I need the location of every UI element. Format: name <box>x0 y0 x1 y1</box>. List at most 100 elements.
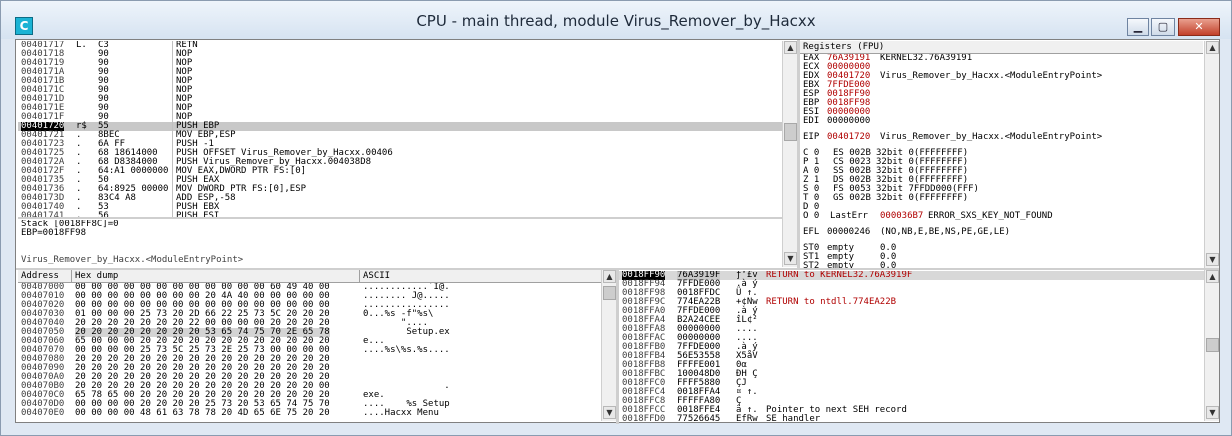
disasm-row[interactable]: 0040171F 90 NOP <box>18 113 782 122</box>
register-row[interactable]: ST1 empty 0.0 <box>800 253 1203 262</box>
lasterr-text: ERROR_SXS_KEY_NOT_FOUND <box>928 211 1053 221</box>
disasm-column-separator <box>172 167 173 176</box>
lasterr-code: 000036B7 <box>880 211 924 221</box>
title-bar[interactable]: C CPU - main thread, module Virus_Remove… <box>1 1 1231 39</box>
pane-splitter[interactable] <box>18 217 782 219</box>
disasm-column-separator <box>172 77 173 86</box>
disasm-column-separator <box>172 68 173 77</box>
disasm-column-separator <box>172 122 173 131</box>
info-pane[interactable]: Stack [0018FF8C]=0 EBP=0018FF98 Virus_Re… <box>18 220 782 267</box>
scroll-down-icon[interactable]: ▼ <box>784 252 797 265</box>
scroll-up-icon[interactable]: ▲ <box>1206 41 1219 54</box>
dump-col-hex[interactable]: Hex dump <box>72 270 360 282</box>
scroll-down-icon[interactable]: ▼ <box>603 406 616 419</box>
cpu-window: C CPU - main thread, module Virus_Remove… <box>0 0 1232 436</box>
register-comment: KERNEL32.76A39191 <box>880 54 973 63</box>
disasm-row[interactable]: 00401740. 53 PUSH EBX <box>18 203 782 212</box>
register-row[interactable]: T 0 GS 002B 32bit 0(FFFFFFFF) <box>800 194 1203 203</box>
disasm-column-separator <box>172 140 173 149</box>
scroll-down-icon[interactable]: ▼ <box>1206 406 1219 419</box>
scroll-thumb[interactable] <box>784 123 797 141</box>
registers-vscrollbar[interactable]: ▲ ▼ <box>1204 41 1219 268</box>
disasm-column-separator <box>172 41 173 50</box>
register-value: 00000000 <box>827 116 871 126</box>
maximize-button[interactable]: ▢ <box>1151 18 1175 36</box>
register-row[interactable]: EIP 00401720 Virus_Remover_by_Hacxx.<Modul… <box>800 133 1203 142</box>
dump-address: 004070E0 <box>21 408 65 418</box>
disasm-row[interactable]: 0040173D. 83C4 A8 ADD ESP,-58 <box>18 194 782 203</box>
register-row[interactable]: O 0 LastErr 000036B7 ERROR_SXS_KEY_NOT_FOUN… <box>800 212 1203 221</box>
dump-row[interactable]: 004070E0 00 00 00 00 48 61 63 78 78 20 4D… <box>18 409 601 418</box>
register-row[interactable] <box>800 237 1203 244</box>
register-comment: Virus_Remover_by_Hacxx.<ModuleEntryPoint… <box>880 132 1103 142</box>
disasm-row[interactable]: 0040172F. 64:A1 0000000 MOV EAX,DWORD PTR … <box>18 167 782 176</box>
disasm-row[interactable]: 00401717 L. C3 RETN <box>18 41 782 50</box>
disasm-row[interactable]: 0040171C 90 NOP <box>18 86 782 95</box>
stack-ascii: EfRw <box>736 414 758 422</box>
register-value: 00000246 <box>827 227 871 237</box>
dump-header[interactable]: Address Hex dump ASCII <box>18 270 601 283</box>
disasm-column-separator <box>172 104 173 113</box>
disasm-row[interactable]: 0040171E 90 NOP <box>18 104 782 113</box>
disassembler-pane[interactable]: 00401717 L. C3 RETN 00401718 90 NOP 00401719 90 N… <box>18 41 782 217</box>
stack-pane[interactable]: 0018FF90 76A3919F ƒ‘£v RETURN to KERNEL32.7… <box>619 271 1204 421</box>
info-line-stack: Stack [0018FF8C]=0 <box>21 220 119 229</box>
dump-ascii: ....Hacxx Menu <box>363 408 450 418</box>
register-value: GS 002B <box>833 193 871 203</box>
registers-header-label: Registers (FPU) <box>803 42 885 52</box>
register-row[interactable]: EDI 00000000 <box>800 117 1203 126</box>
register-name: O 0 <box>803 211 820 221</box>
register-row[interactable]: ST0 empty 0.0 <box>800 244 1203 253</box>
registers-pane[interactable]: EAX 76A39191 KERNEL32.76A39191 ECX 00000000 E… <box>800 54 1203 268</box>
disasm-vscrollbar[interactable]: ▲ ▼ <box>782 41 797 267</box>
register-name: EFL <box>803 227 820 237</box>
dump-pane[interactable]: 00407000 00 00 00 00 00 00 00 00 00 00 00… <box>18 283 601 421</box>
register-value: LastErr <box>830 211 868 221</box>
scroll-up-icon[interactable]: ▲ <box>603 270 616 283</box>
register-comment: 32bit 0(FFFFFFFF) <box>876 193 969 203</box>
disasm-bracket: L. <box>76 41 87 50</box>
registers-header[interactable]: Registers (FPU) <box>800 41 1203 54</box>
cpu-client-area: 00401717 L. C3 RETN 00401718 90 NOP 00401719 90 N… <box>15 39 1220 424</box>
disasm-column-separator <box>172 185 173 194</box>
disasm-row[interactable]: 00401718 90 NOP <box>18 50 782 59</box>
register-name: EDI <box>803 116 820 126</box>
minimize-button[interactable]: ▁ <box>1127 18 1149 36</box>
dump-col-address[interactable]: Address <box>18 270 72 282</box>
stack-comment: RETURN to ntdll.774EA22B <box>766 297 897 307</box>
disasm-row[interactable]: 00401719 90 NOP <box>18 59 782 68</box>
disasm-row[interactable]: 0040171D 90 NOP <box>18 95 782 104</box>
disasm-row[interactable]: 0040171A 90 NOP <box>18 68 782 77</box>
register-row[interactable]: EFL 00000246 (NO,NB,E,BE,NS,PE,GE,LE) <box>800 228 1203 237</box>
window-title: CPU - main thread, module Virus_Remover_… <box>416 12 816 30</box>
register-name: EIP <box>803 132 820 142</box>
stack-comment: RETURN to KERNEL32.76A3919F <box>766 271 913 280</box>
disasm-row[interactable]: 00401721. 8BEC MOV EBP,ESP <box>18 131 782 140</box>
register-value: 00401720 <box>827 132 871 142</box>
register-comment: Virus_Remover_by_Hacxx.<ModuleEntryPoint… <box>880 71 1103 81</box>
disasm-column-separator <box>172 113 173 122</box>
stack-vscrollbar[interactable]: ▲ ▼ <box>1204 270 1219 421</box>
stack-row[interactable]: 0018FFD0 77526645 EfRw SE handler <box>619 414 1204 422</box>
disasm-column-separator <box>172 59 173 68</box>
info-line-module: Virus_Remover_by_Hacxx.<ModuleEntryPoint… <box>21 255 244 265</box>
dump-col-ascii[interactable]: ASCII <box>360 270 601 282</box>
scroll-down-icon[interactable]: ▼ <box>1206 253 1219 266</box>
disasm-column-separator <box>172 176 173 185</box>
register-comment: (NO,NB,E,BE,NS,PE,GE,LE) <box>880 227 1011 237</box>
scroll-thumb[interactable] <box>1206 338 1219 352</box>
disasm-row[interactable]: 0040171B 90 NOP <box>18 77 782 86</box>
stack-comment: SE handler <box>766 414 821 422</box>
dump-vscrollbar[interactable]: ▲ ▼ <box>601 270 616 421</box>
disasm-column-separator <box>172 86 173 95</box>
scroll-up-icon[interactable]: ▲ <box>1206 270 1219 283</box>
scroll-thumb[interactable] <box>603 286 616 300</box>
close-button[interactable]: ✕ <box>1178 18 1220 36</box>
scroll-up-icon[interactable]: ▲ <box>784 41 797 54</box>
info-line-ebp: EBP=0018FF98 <box>21 228 87 238</box>
disasm-row[interactable]: 00401720 r$ 55 PUSH EBP <box>18 122 782 131</box>
disasm-column-separator <box>172 131 173 140</box>
disasm-column-separator <box>172 95 173 104</box>
disasm-column-separator <box>172 158 173 167</box>
disasm-column-separator <box>172 50 173 59</box>
